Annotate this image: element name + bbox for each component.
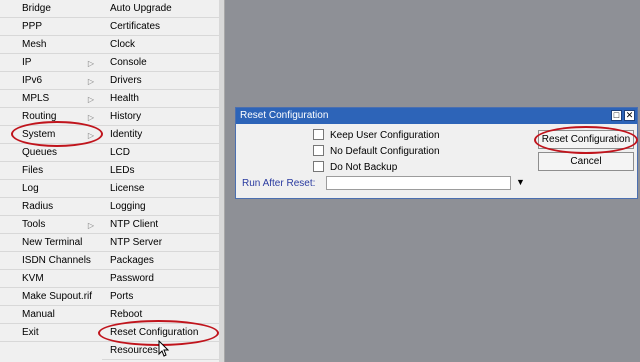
- main-menu-item-radius[interactable]: Radius: [0, 198, 102, 216]
- submenu-item-lcd[interactable]: LCD: [102, 144, 219, 162]
- main-menu-item-bridge[interactable]: Bridge: [0, 0, 102, 18]
- main-menu-item-isdn-channels[interactable]: ISDN Channels: [0, 252, 102, 270]
- no-default-configuration-checkbox[interactable]: [313, 144, 324, 156]
- main-menu-item-label: Exit: [22, 327, 39, 338]
- main-menu-item-label: System: [22, 129, 56, 140]
- main-menu-item-log[interactable]: Log: [0, 180, 102, 198]
- submenu-item-ports[interactable]: Ports: [102, 288, 219, 306]
- no-default-configuration-row[interactable]: No Default Configuration: [313, 144, 440, 159]
- submenu-item-console[interactable]: Console: [102, 54, 219, 72]
- main-menu-item-exit[interactable]: Exit: [0, 324, 102, 342]
- close-window-icon[interactable]: ✕: [624, 110, 635, 121]
- main-menu-item-label: PPP: [22, 21, 43, 32]
- main-menu-item-label: Manual: [22, 309, 55, 320]
- submenu-item-license[interactable]: License: [102, 180, 219, 198]
- submenu-item-password[interactable]: Password: [102, 270, 219, 288]
- main-menu-item-label: IP: [22, 57, 32, 68]
- keep-user-configuration-row[interactable]: Keep User Configuration: [313, 128, 440, 143]
- main-menu-item-label: Log: [22, 183, 39, 194]
- menu-divider: [219, 0, 225, 362]
- keep-user-configuration-checkbox[interactable]: [313, 128, 324, 140]
- reset-configuration-button[interactable]: Reset Configuration: [538, 130, 634, 149]
- mouse-pointer-icon: [158, 340, 170, 357]
- main-menu-item-label: Queues: [22, 147, 58, 158]
- no-default-configuration-label: No Default Configuration: [330, 146, 440, 157]
- submenu-item-certificates[interactable]: Certificates: [102, 18, 219, 36]
- main-menu-item-label: Mesh: [22, 39, 47, 50]
- dropdown-arrow-icon[interactable]: ▼: [516, 177, 525, 187]
- main-menu-item-label: New Terminal: [22, 237, 83, 248]
- submenu-item-history[interactable]: History: [102, 108, 219, 126]
- submenu-item-logging[interactable]: Logging: [102, 198, 219, 216]
- main-menu-item-label: ISDN Channels: [22, 255, 91, 266]
- reset-configuration-dialog: Reset Configuration □ ✕ Keep User Config…: [235, 107, 638, 199]
- submenu-item-ntp-client[interactable]: NTP Client: [102, 216, 219, 234]
- main-menu-item-kvm[interactable]: KVM: [0, 270, 102, 288]
- main-menu-item-label: Bridge: [22, 3, 51, 14]
- main-menu-item-label: IPv6: [22, 75, 43, 86]
- main-menu-item-ip[interactable]: IP ▷: [0, 54, 102, 72]
- dialog-title: Reset Configuration: [240, 110, 329, 121]
- submenu-item-clock[interactable]: Clock: [102, 36, 219, 54]
- main-menu-item-label: Tools: [22, 219, 46, 230]
- main-menu-item-manual[interactable]: Manual: [0, 306, 102, 324]
- main-menu-item-make-supout-rif[interactable]: Make Supout.rif: [0, 288, 102, 306]
- dialog-titlebar[interactable]: Reset Configuration □ ✕: [236, 108, 637, 124]
- main-menu-item-tools[interactable]: Tools ▷: [0, 216, 102, 234]
- run-after-reset-field[interactable]: [326, 176, 511, 190]
- do-not-backup-row[interactable]: Do Not Backup: [313, 160, 398, 175]
- main-menu-item-new-terminal[interactable]: New Terminal: [0, 234, 102, 252]
- submenu-item-health[interactable]: Health: [102, 90, 219, 108]
- menu-separator: [102, 359, 219, 360]
- submenu-item-drivers[interactable]: Drivers: [102, 72, 219, 90]
- do-not-backup-checkbox[interactable]: [313, 160, 324, 172]
- submenu-item-ntp-server[interactable]: NTP Server: [102, 234, 219, 252]
- submenu-item-reboot[interactable]: Reboot: [102, 306, 219, 324]
- main-menu-item-mesh[interactable]: Mesh: [0, 36, 102, 54]
- main-menu-item-label: MPLS: [22, 93, 50, 104]
- do-not-backup-label: Do Not Backup: [330, 162, 398, 173]
- main-menu-item-ipv6[interactable]: IPv6 ▷: [0, 72, 102, 90]
- main-menu-item-label: Make Supout.rif: [22, 291, 93, 302]
- restore-window-icon[interactable]: □: [611, 110, 622, 121]
- main-menu-item-mpls[interactable]: MPLS ▷: [0, 90, 102, 108]
- menu-separator: [0, 341, 102, 342]
- main-menu-item-routing[interactable]: Routing ▷: [0, 108, 102, 126]
- submenu-item-leds[interactable]: LEDs: [102, 162, 219, 180]
- submenu-item-packages[interactable]: Packages: [102, 252, 219, 270]
- system-submenu: Auto Upgrade Certificates Clock Console Driv…: [102, 0, 220, 362]
- main-menu-item-files[interactable]: Files: [0, 162, 102, 180]
- main-menu: Bridge PPP Mesh IP ▷ IPv6 ▷ MPLS ▷ Routing ▷ System…: [0, 0, 103, 362]
- keep-user-configuration-label: Keep User Configuration: [330, 130, 440, 141]
- run-after-reset-label: Run After Reset:: [242, 178, 316, 189]
- main-menu-item-label: Radius: [22, 201, 54, 212]
- main-menu-item-label: Routing: [22, 111, 57, 122]
- submenu-item-identity[interactable]: Identity: [102, 126, 219, 144]
- main-menu-item-system[interactable]: System ▷: [0, 126, 102, 144]
- main-menu-item-queues[interactable]: Queues: [0, 144, 102, 162]
- main-menu-item-label: KVM: [22, 273, 44, 284]
- main-menu-item-ppp[interactable]: PPP: [0, 18, 102, 36]
- cancel-button[interactable]: Cancel: [538, 152, 634, 171]
- main-menu-item-label: Files: [22, 165, 44, 176]
- submenu-item-auto-upgrade[interactable]: Auto Upgrade: [102, 0, 219, 18]
